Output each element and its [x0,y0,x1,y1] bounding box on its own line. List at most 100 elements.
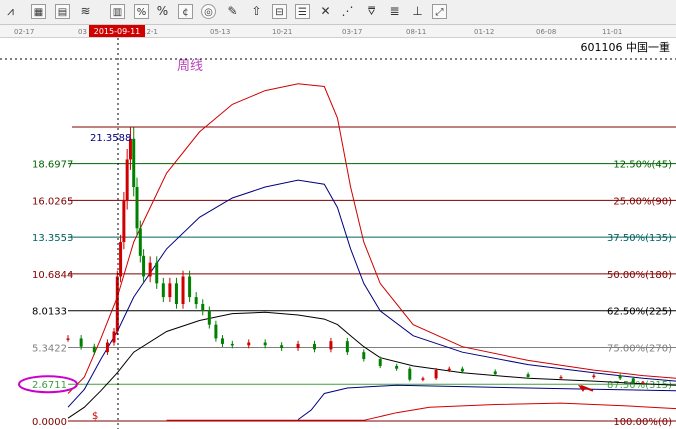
candle-body [135,186,139,229]
candle-body [105,342,109,353]
candle-body [296,343,300,349]
compare-tool-icon[interactable]: ⊟ [272,4,287,19]
zoom-tool-icon[interactable]: ⤢ [432,4,447,19]
pen-tool-icon[interactable]: ✎ [225,4,240,19]
price-label: 5.3422 [32,343,67,354]
middle-band-line [67,179,676,408]
candle-body [132,138,136,187]
lower-band-line [67,311,676,419]
candle-body [263,342,267,346]
date-label: 11-01 [602,28,622,36]
fib-label: 50.00%(180) [607,270,672,281]
candle-body [188,276,192,298]
candle-body [220,338,224,344]
candle-body [362,352,366,360]
candle-body [174,283,178,304]
percent-tool-icon[interactable]: % [155,4,170,19]
date-label: 02-17 [14,28,34,36]
bar-tool-icon[interactable]: ▥ [110,4,125,19]
candle-body [559,376,563,379]
target-tool-icon[interactable]: ◎ [201,4,216,19]
price-label: 8.0133 [32,307,67,318]
candle-body [408,368,412,380]
line-tool-icon[interactable]: ⩘ [3,4,18,19]
candle-body [112,331,116,343]
candle-body [434,370,438,379]
percent-box-tool-icon[interactable]: % [134,4,149,19]
chart-toolbar: ⩘ ▦ ▤ ≋ ▥ % % ¢ ◎ ✎ ⇧ ⊟ ☰ ✕ ⋰ ⩢ ≣ ⊥ ⤢ [0,0,676,25]
candle-body [460,368,464,372]
price-label: 10.6844 [32,270,73,281]
candle-body [493,371,497,375]
candle-body [526,374,530,377]
fan-tool-icon[interactable]: ⋰ [340,4,355,19]
candle-body [194,297,198,304]
candle-body [201,303,205,311]
stock-header: 601106 中国一重 [581,40,671,54]
cross-tool-icon[interactable]: ✕ [318,4,333,19]
candle-body [447,368,451,371]
date-label: 01-12 [474,28,494,36]
candle-body [214,324,218,339]
candle-body [631,378,635,383]
candle-body [395,365,399,369]
coin-tool-icon[interactable]: ¢ [178,4,193,19]
candle-body [312,343,316,350]
candle-body [181,276,185,304]
candle-body [345,341,349,353]
stack-tool-icon[interactable]: ≣ [387,4,402,19]
date-label: 10-21 [272,28,292,36]
candle-body [119,242,123,277]
ladder-tool-icon[interactable]: ☰ [295,4,310,19]
trend-tool-icon[interactable]: ≋ [78,4,93,19]
candle-body [122,200,126,243]
candle-body [148,262,152,277]
candle-body [618,375,622,379]
candle-body [161,283,165,298]
cursor-date-label: 2015-09-11 [94,27,141,36]
weekly-label: 周线 [177,59,203,74]
date-label: 03 [78,28,87,36]
date-label: 05-13 [210,28,230,36]
candle-body [247,342,251,346]
candle-body [155,262,159,284]
candle-body [280,345,284,349]
high-value-label: 21.3588 [90,133,131,144]
candle-body [142,255,146,277]
fib-label: 37.50%(135) [607,233,672,244]
grid-tool-icon[interactable]: ▦ [31,4,46,19]
date-axis: 02-17 03 12-1 05-13 10-21 03-17 08-11 01-12 06-0… [0,25,676,38]
candle-body [592,375,596,378]
price-label: 13.3553 [32,233,73,244]
fib-label: 12.50%(45) [613,160,672,171]
table-tool-icon[interactable]: ▤ [55,4,70,19]
price-label: 0.0000 [32,417,67,428]
fib-label: 25.00%(90) [613,196,672,207]
candle-body [66,338,70,340]
candle-body [168,283,172,298]
candle-body [125,159,129,201]
price-label: 18.6977 [32,160,73,171]
candle-body [329,341,333,350]
date-label: 03-17 [342,28,362,36]
candle-body [138,228,142,256]
bottom-red-line [166,402,676,421]
red-arrow-head [578,384,586,392]
candle-body [92,346,96,353]
price-chart: 18.6977 12.50%(45) 16.0265 25.00%(90) 13.355… [0,38,676,429]
price-label: 2.6711 [32,380,67,391]
level-tool-icon[interactable]: ⊥ [410,4,425,19]
dollar-marker: $ [92,411,98,422]
candle-body [207,310,211,325]
date-label: 08-11 [406,28,426,36]
candle-body [421,378,425,380]
fib-label: 62.50%(225) [607,307,672,318]
candle-body [641,382,645,384]
stair-tool-icon[interactable]: ⩢ [364,4,379,19]
fib-label: 75.00%(270) [607,343,672,354]
fib-label: 100.00%(0) [613,417,672,428]
candle-body [79,338,83,347]
arrow-tool-icon[interactable]: ⇧ [249,4,264,19]
date-label: 06-08 [536,28,556,36]
candle-body [230,343,234,346]
